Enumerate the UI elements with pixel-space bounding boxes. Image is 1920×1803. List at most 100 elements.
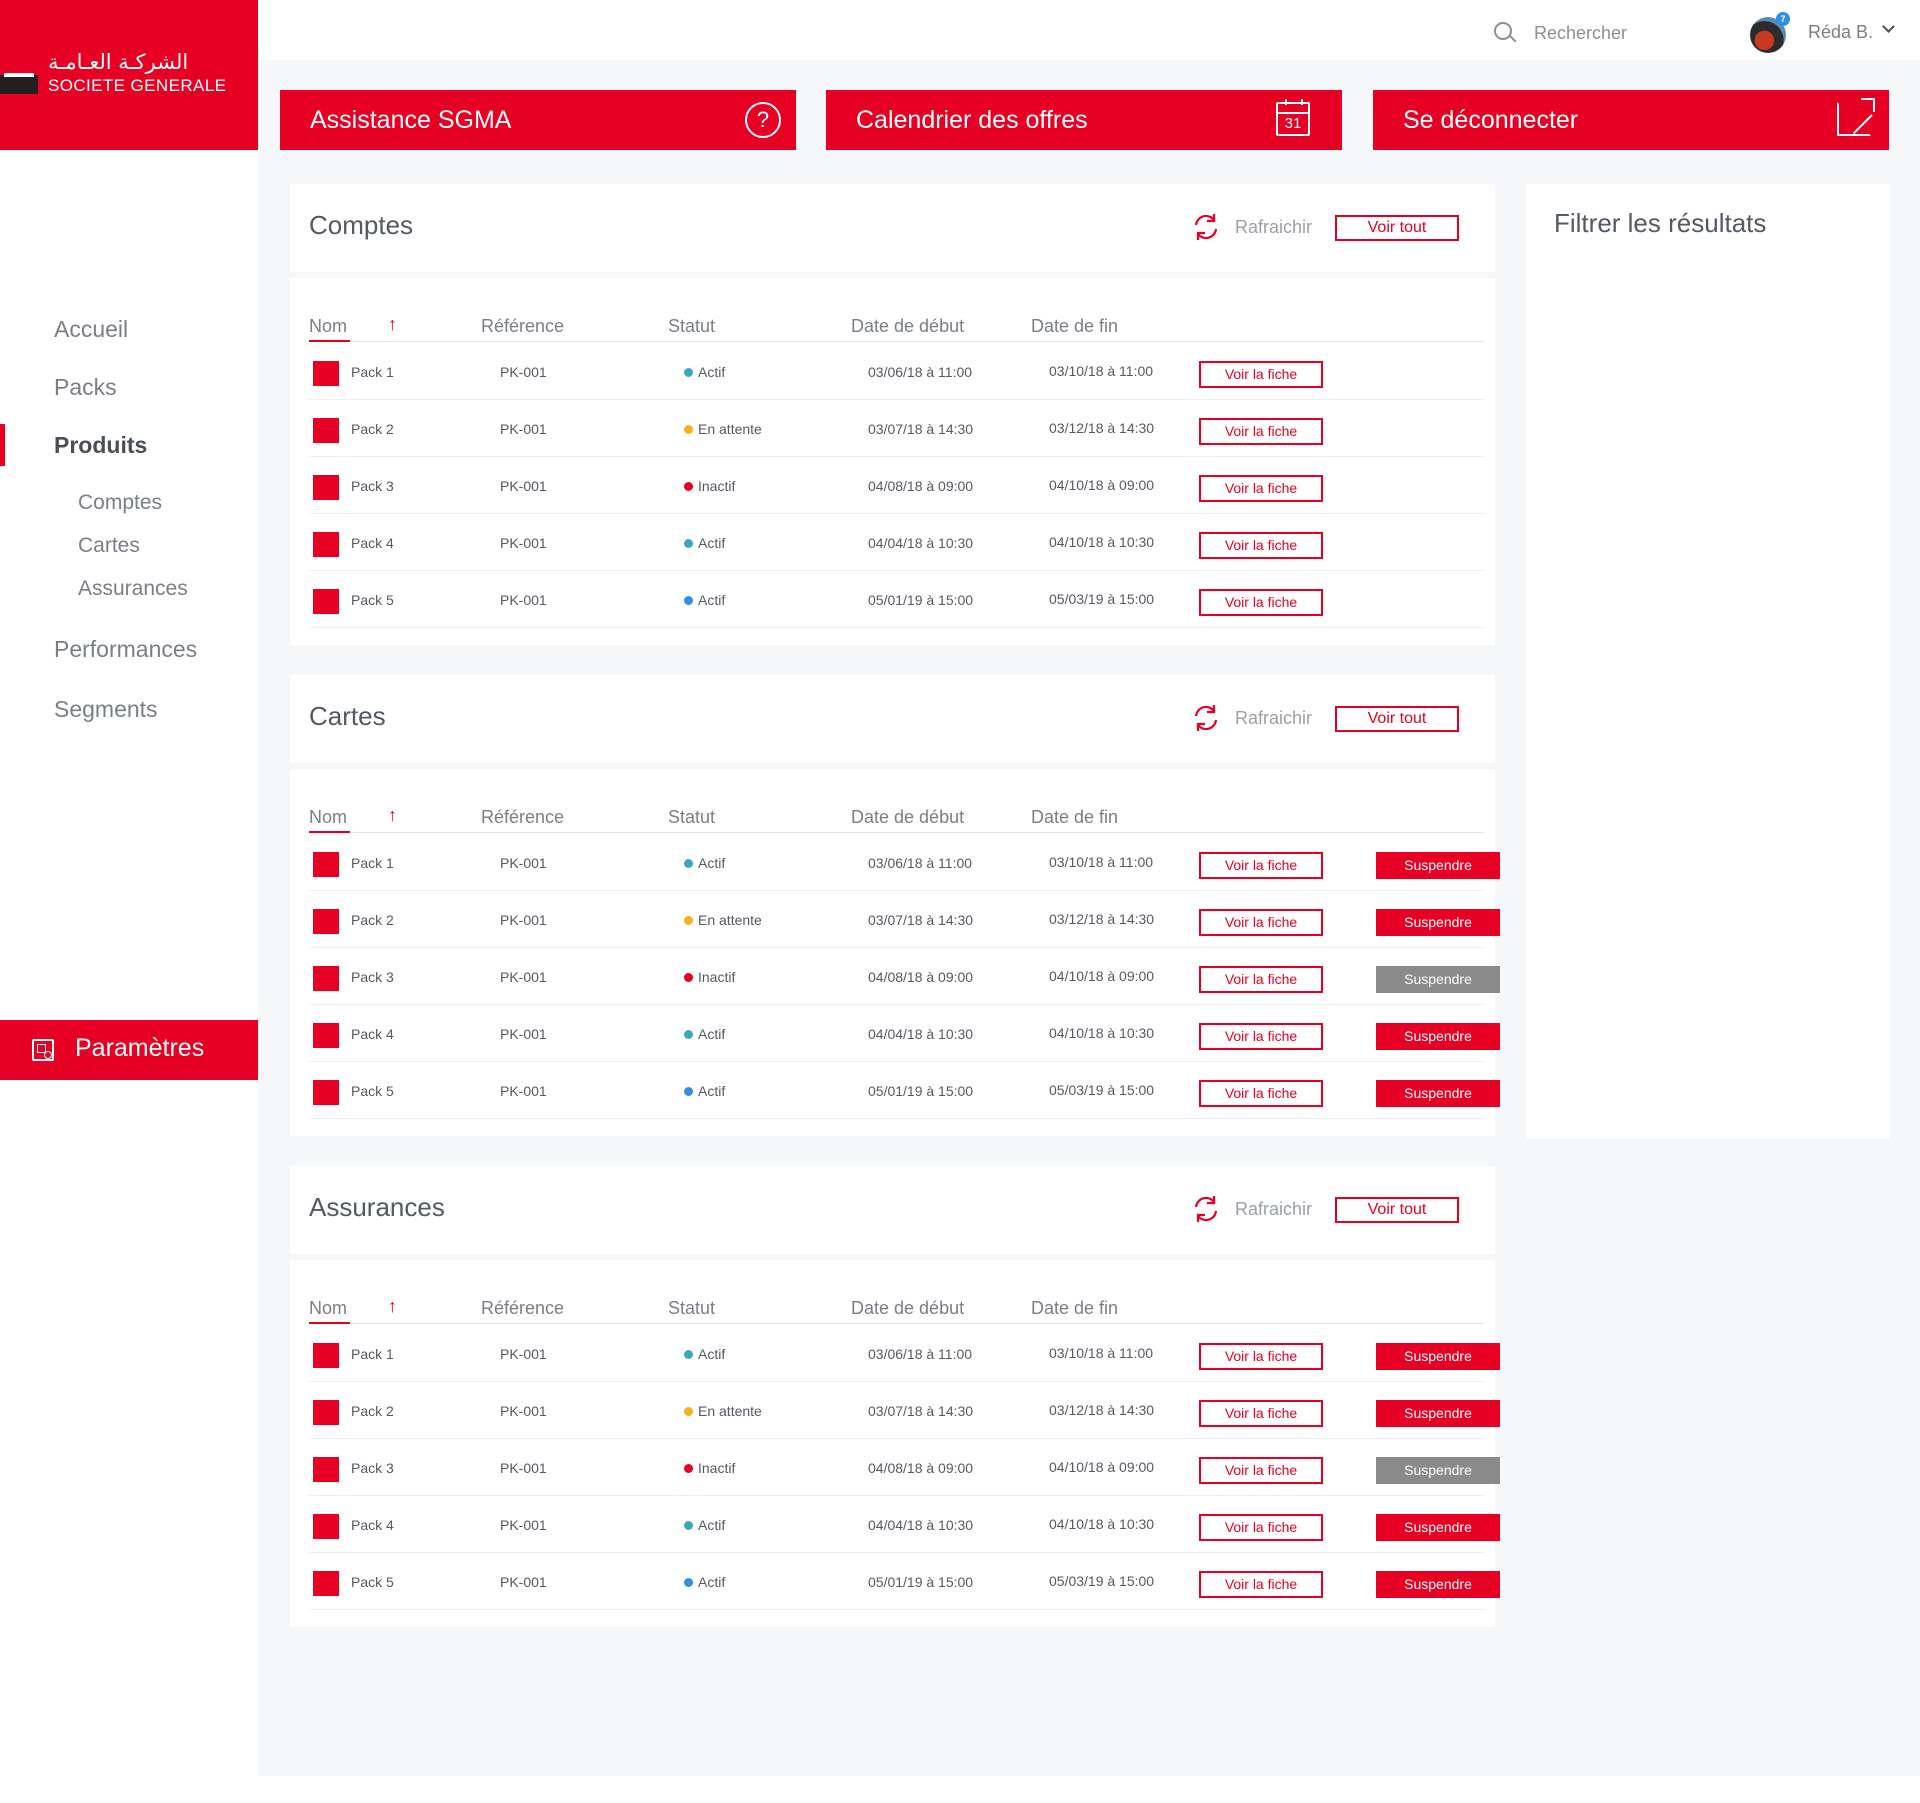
header-divider bbox=[309, 832, 1484, 833]
status-dot-icon bbox=[684, 368, 693, 377]
column-header-nom[interactable]: Nom bbox=[309, 1298, 347, 1319]
search-icon[interactable] bbox=[1494, 22, 1512, 40]
sidebar-subitem-comptes[interactable]: Comptes bbox=[78, 491, 162, 515]
row-select-checkbox[interactable] bbox=[313, 589, 339, 614]
column-header-date-debut: Date de début bbox=[851, 1298, 965, 1318]
sidebar-item-segments[interactable]: Segments bbox=[54, 696, 158, 723]
row-select-checkbox[interactable] bbox=[313, 1571, 339, 1596]
sidebar-item-accueil[interactable]: Accueil bbox=[54, 316, 128, 343]
cell-start-date: 03/06/18 à 11:00 bbox=[868, 855, 973, 871]
view-card-button[interactable]: Voir la fiche bbox=[1199, 852, 1323, 879]
view-card-button[interactable]: Voir la fiche bbox=[1199, 1080, 1323, 1107]
view-all-button[interactable]: Voir tout bbox=[1335, 706, 1459, 732]
view-all-button[interactable]: Voir tout bbox=[1335, 215, 1459, 241]
suspend-button[interactable]: Suspendre bbox=[1376, 1400, 1500, 1427]
sidebar-item-produits[interactable]: Produits bbox=[54, 432, 147, 459]
sidebar-item-performances[interactable]: Performances bbox=[54, 636, 197, 663]
cell-end-date: 04/10/18 à 10:30 bbox=[1049, 1025, 1155, 1041]
row-select-checkbox[interactable] bbox=[313, 852, 339, 877]
row-select-checkbox[interactable] bbox=[313, 966, 339, 991]
row-select-checkbox[interactable] bbox=[313, 532, 339, 557]
suspend-button[interactable]: Suspendre bbox=[1376, 1343, 1500, 1370]
row-select-checkbox[interactable] bbox=[313, 1080, 339, 1105]
view-card-button[interactable]: Voir la fiche bbox=[1199, 589, 1323, 616]
view-card-button[interactable]: Voir la fiche bbox=[1199, 1023, 1323, 1050]
status-label: En attente bbox=[698, 421, 762, 437]
cell-start-date: 04/04/18 à 10:30 bbox=[868, 535, 974, 551]
sort-arrow-icon[interactable]: ↑ bbox=[388, 314, 397, 335]
calendar-icon: 31 bbox=[1276, 99, 1310, 136]
user-name[interactable]: Réda B. bbox=[1808, 22, 1873, 43]
status-label: Actif bbox=[698, 1517, 726, 1533]
brand-logo[interactable]: الشركـة العـامـة SOCIETE GENERALE bbox=[0, 0, 258, 150]
sidebar: الشركـة العـامـة SOCIETE GENERALE Accuei… bbox=[0, 0, 258, 1803]
column-header-nom[interactable]: Nom bbox=[309, 807, 347, 828]
view-card-button[interactable]: Voir la fiche bbox=[1199, 532, 1323, 559]
cell-name: Pack 3 bbox=[351, 1460, 394, 1476]
view-all-button[interactable]: Voir tout bbox=[1335, 1197, 1459, 1223]
view-card-button[interactable]: Voir la fiche bbox=[1199, 361, 1323, 388]
view-card-button[interactable]: Voir la fiche bbox=[1199, 1514, 1323, 1541]
sidebar-subitem-cartes[interactable]: Cartes bbox=[78, 534, 140, 558]
suspend-button[interactable]: Suspendre bbox=[1376, 1080, 1500, 1107]
row-select-checkbox[interactable] bbox=[313, 1343, 339, 1368]
cell-name: Pack 5 bbox=[351, 1574, 394, 1590]
cell-name: Pack 4 bbox=[351, 1026, 394, 1042]
suspend-button[interactable]: Suspendre bbox=[1376, 852, 1500, 879]
row-select-checkbox[interactable] bbox=[313, 418, 339, 443]
settings-button[interactable]: Paramètres bbox=[0, 1020, 258, 1080]
cell-reference: PK-001 bbox=[500, 592, 547, 608]
cell-name: Pack 3 bbox=[351, 478, 394, 494]
suspend-button[interactable]: Suspendre bbox=[1376, 909, 1500, 936]
logout-button[interactable]: Se déconnecter bbox=[1373, 90, 1889, 150]
status-dot-icon bbox=[684, 1464, 693, 1473]
sort-arrow-icon[interactable]: ↑ bbox=[388, 805, 397, 826]
status-label: Actif bbox=[698, 1346, 726, 1362]
assistance-button[interactable]: Assistance SGMA ? bbox=[280, 90, 796, 150]
cell-name: Pack 2 bbox=[351, 912, 394, 928]
view-card-button[interactable]: Voir la fiche bbox=[1199, 966, 1323, 993]
section-table-assurances: Nom Référence Statut Date de début Date de f… bbox=[290, 1260, 1500, 1627]
suspend-button[interactable]: Suspendre bbox=[1376, 1514, 1500, 1541]
sidebar-subitem-assurances[interactable]: Assurances bbox=[78, 577, 188, 601]
suspend-button[interactable]: Suspendre bbox=[1376, 1571, 1500, 1598]
sort-underline bbox=[309, 340, 350, 342]
status-dot-icon bbox=[684, 1350, 693, 1359]
view-card-button[interactable]: Voir la fiche bbox=[1199, 1571, 1323, 1598]
row-select-checkbox[interactable] bbox=[313, 1023, 339, 1048]
row-select-checkbox[interactable] bbox=[313, 1457, 339, 1482]
view-card-button[interactable]: Voir la fiche bbox=[1199, 418, 1323, 445]
view-card-button[interactable]: Voir la fiche bbox=[1199, 1343, 1323, 1370]
section-header-assurances: Assurances Rafraichir Voir tout bbox=[290, 1166, 1495, 1254]
status-dot-icon bbox=[684, 973, 693, 982]
calendar-button[interactable]: Calendrier des offres 31 bbox=[826, 90, 1342, 150]
view-card-button[interactable]: Voir la fiche bbox=[1199, 1457, 1323, 1484]
row-select-checkbox[interactable] bbox=[313, 1514, 339, 1539]
brand-logo-mark bbox=[0, 56, 38, 94]
row-select-checkbox[interactable] bbox=[313, 1400, 339, 1425]
view-card-button[interactable]: Voir la fiche bbox=[1199, 909, 1323, 936]
table-row: Pack 2 PK-001 En attente 03/07/18 à 14:30 03… bbox=[309, 1382, 1500, 1439]
cell-status: Actif bbox=[684, 535, 725, 551]
status-label: En attente bbox=[698, 1403, 762, 1419]
sort-arrow-icon[interactable]: ↑ bbox=[388, 1296, 397, 1317]
search-input[interactable] bbox=[1534, 20, 1674, 46]
refresh-icon bbox=[1190, 211, 1222, 243]
table-row: Pack 1 PK-001 Actif 03/06/18 à 11:00 03/10/1… bbox=[309, 834, 1500, 891]
column-header-nom[interactable]: Nom bbox=[309, 316, 347, 337]
sidebar-item-packs[interactable]: Packs bbox=[54, 374, 117, 401]
table-row: Pack 2 PK-001 En attente 03/07/18 à 14:30 03… bbox=[309, 891, 1500, 948]
help-icon: ? bbox=[745, 102, 781, 138]
status-dot-icon bbox=[684, 482, 693, 491]
row-select-checkbox[interactable] bbox=[313, 475, 339, 500]
view-card-button[interactable]: Voir la fiche bbox=[1199, 1400, 1323, 1427]
column-header-date-debut: Date de début bbox=[851, 807, 965, 827]
row-select-checkbox[interactable] bbox=[313, 361, 339, 386]
row-select-checkbox[interactable] bbox=[313, 909, 339, 934]
view-card-button[interactable]: Voir la fiche bbox=[1199, 475, 1323, 502]
suspend-button[interactable]: Suspendre bbox=[1376, 1023, 1500, 1050]
cell-end-date: 05/03/19 à 15:00 bbox=[1049, 1082, 1155, 1098]
status-dot-icon bbox=[684, 859, 693, 868]
cell-reference: PK-001 bbox=[500, 1517, 547, 1533]
status-label: Actif bbox=[698, 592, 726, 608]
